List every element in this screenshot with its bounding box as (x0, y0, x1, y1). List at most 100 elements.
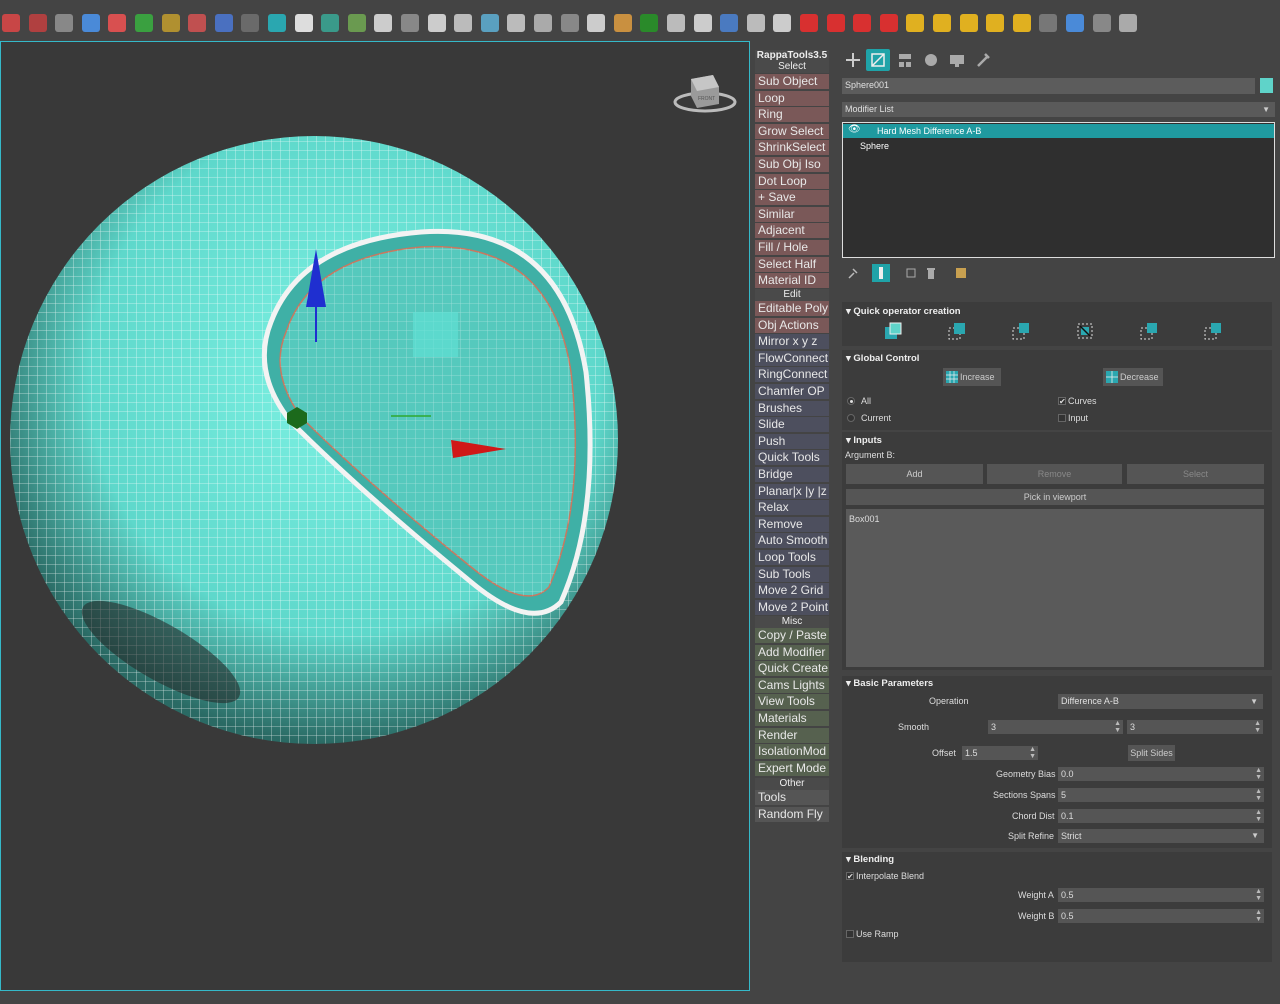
toolbar-tool-icon[interactable] (294, 14, 313, 32)
intersect-op-icon[interactable] (948, 322, 966, 340)
toolbar-tool-icon[interactable] (188, 14, 207, 32)
toolbar-tool-icon[interactable] (746, 14, 765, 32)
rappa-button-remove[interactable]: Remove (755, 516, 829, 532)
toolbar-tool-icon[interactable] (959, 14, 978, 32)
spinner-arrows-icon[interactable]: ▲ ▼ (1255, 909, 1262, 923)
rappa-button-obj-actions[interactable]: Obj Actions (755, 317, 829, 333)
object-color-swatch[interactable] (1260, 78, 1273, 93)
inputs-title[interactable]: ▾ Inputs (846, 435, 882, 446)
spinner-arrows-icon[interactable]: ▲ ▼ (1254, 720, 1261, 734)
rappa-button-tools[interactable]: Tools (755, 790, 829, 805)
viewcube[interactable]: FRONT (673, 75, 737, 113)
split-sides-button[interactable]: Split Sides (1128, 745, 1175, 761)
rappa-button-loop-tools[interactable]: Loop Tools (755, 550, 829, 565)
quick-operator-title[interactable]: ▾ Quick operator creation (846, 306, 961, 317)
rappa-button-slide[interactable]: Slide (755, 417, 829, 433)
rappa-button-shrinkselect[interactable]: ShrinkSelect (755, 140, 829, 156)
smooth-b-spinner[interactable]: 3 ▲ ▼ (1127, 720, 1263, 734)
toolbar-tool-icon[interactable] (374, 14, 393, 32)
stack-item-sphere[interactable]: Sphere (843, 139, 1274, 153)
weight-b-spinner[interactable]: 0.5 ▲ ▼ (1058, 909, 1264, 923)
rappa-button-fill-hole[interactable]: Fill / Hole (755, 240, 829, 255)
all-radio[interactable] (847, 397, 855, 405)
toolbar-tool-icon[interactable] (906, 14, 925, 32)
select-button[interactable]: Select (1127, 464, 1264, 484)
toolbar-tool-icon[interactable] (241, 14, 260, 32)
trash-icon[interactable] (924, 266, 938, 280)
spinner-arrows-icon[interactable]: ▲ ▼ (1114, 720, 1121, 734)
rappa-button-dot-loop[interactable]: Dot Loop (755, 173, 829, 189)
toolbar-tool-icon[interactable] (613, 14, 632, 32)
rappa-button-select-half[interactable]: Select Half (755, 256, 829, 272)
decrease-button[interactable]: Decrease (1103, 368, 1163, 386)
toolbar-tool-icon[interactable] (2, 14, 20, 32)
subtract-op-icon[interactable] (1012, 322, 1030, 340)
motion-tab-icon[interactable] (922, 51, 940, 69)
spinner-arrows-icon[interactable]: ▲ ▼ (1029, 746, 1036, 760)
toolbar-tool-icon[interactable] (773, 14, 792, 32)
rappa-button-quick-create[interactable]: Quick Create (755, 661, 829, 677)
use-ramp-checkbox[interactable] (846, 930, 854, 938)
rappa-button-save[interactable]: + Save (755, 190, 829, 206)
boolean-op-icon[interactable] (884, 322, 902, 340)
current-radio[interactable] (847, 414, 855, 422)
rappa-button-isolationmod[interactable]: IsolationMod (755, 744, 829, 760)
toolbar-tool-icon[interactable] (853, 14, 872, 32)
rappa-button-materials[interactable]: Materials (755, 711, 829, 726)
rappa-button-adjacent[interactable]: Adjacent (755, 223, 829, 239)
rappa-button-ringconnect[interactable]: RingConnect (755, 367, 829, 383)
eye-icon[interactable]: 👁 (848, 124, 861, 135)
blending-title[interactable]: ▾ Blending (846, 854, 894, 865)
toolbar-tool-icon[interactable] (1012, 14, 1031, 32)
toolbar-tool-icon[interactable] (28, 14, 47, 32)
rappa-button-add-modifier[interactable]: Add Modifier (755, 644, 829, 660)
toolbar-tool-icon[interactable] (507, 14, 526, 32)
rappa-button-sub-object[interactable]: Sub Object (755, 74, 829, 89)
global-control-title[interactable]: ▾ Global Control (846, 353, 919, 364)
toolbar-tool-icon[interactable] (214, 14, 233, 32)
rappa-button-planar-x-y-z[interactable]: Planar|x |y |z (755, 483, 829, 499)
toolbar-tool-icon[interactable] (587, 14, 606, 32)
rappa-button-expert-mode[interactable]: Expert Mode (755, 760, 829, 776)
rappa-button-copy-paste[interactable]: Copy / Paste (755, 628, 829, 643)
show-end-result-button[interactable] (872, 264, 890, 282)
argument-list[interactable]: Box001 (846, 509, 1264, 667)
weight-a-spinner[interactable]: 0.5 ▲ ▼ (1058, 888, 1264, 902)
rappa-button-brushes[interactable]: Brushes (755, 400, 829, 416)
toolbar-tool-icon[interactable] (1039, 14, 1058, 32)
basic-parameters-title[interactable]: ▾ Basic Parameters (846, 678, 933, 689)
rappa-button-move-2-point[interactable]: Move 2 Point (755, 599, 829, 615)
toolbar-tool-icon[interactable] (161, 14, 180, 32)
offset-spinner[interactable]: 1.5 ▲ ▼ (962, 746, 1038, 760)
rappa-button-relax[interactable]: Relax (755, 500, 829, 516)
toolbar-tool-icon[interactable] (55, 14, 74, 32)
toolbar-tool-icon[interactable] (108, 14, 127, 32)
rappa-button-mirror-x-y-z[interactable]: Mirror x y z (755, 334, 829, 350)
split-op-icon[interactable] (1076, 322, 1094, 340)
input-checkbox[interactable] (1058, 414, 1066, 422)
chord-dist-spinner[interactable]: 0.1 ▲ ▼ (1058, 809, 1264, 823)
rappa-button-move-2-grid[interactable]: Move 2 Grid (755, 583, 829, 599)
toolbar-tool-icon[interactable] (560, 14, 579, 32)
toolbar-tool-icon[interactable] (986, 14, 1005, 32)
rappa-button-sub-obj-iso[interactable]: Sub Obj Iso (755, 157, 829, 172)
stack-item-hard-mesh[interactable]: 👁 Hard Mesh Difference A-B (843, 124, 1274, 138)
spinner-arrows-icon[interactable]: ▲ ▼ (1255, 888, 1262, 902)
toolbar-tool-icon[interactable] (347, 14, 366, 32)
create-tab-icon[interactable] (844, 51, 862, 69)
modifier-list-dropdown[interactable]: Modifier List ▼ (842, 102, 1275, 117)
modifier-stack[interactable]: 👁 Hard Mesh Difference A-B Sphere (842, 122, 1275, 258)
rappa-button-bridge[interactable]: Bridge (755, 467, 829, 482)
operation-dropdown[interactable]: Difference A-B ▼ (1058, 694, 1263, 709)
rappa-button-editable-poly[interactable]: Editable Poly (755, 301, 829, 316)
display-tab-icon[interactable] (948, 51, 966, 69)
toolbar-tool-icon[interactable] (933, 14, 951, 32)
rappa-button-push[interactable]: Push (755, 433, 829, 449)
rappa-button-quick-tools[interactable]: Quick Tools (755, 450, 829, 466)
toolbar-tool-icon[interactable] (268, 14, 286, 32)
toolbar-tool-icon[interactable] (480, 14, 499, 32)
pick-in-viewport-button[interactable]: Pick in viewport (846, 489, 1264, 505)
increase-button[interactable]: Increase (943, 368, 1001, 386)
pin-stack-icon[interactable] (846, 266, 860, 280)
viewport-canvas[interactable]: FRONT (1, 42, 750, 991)
